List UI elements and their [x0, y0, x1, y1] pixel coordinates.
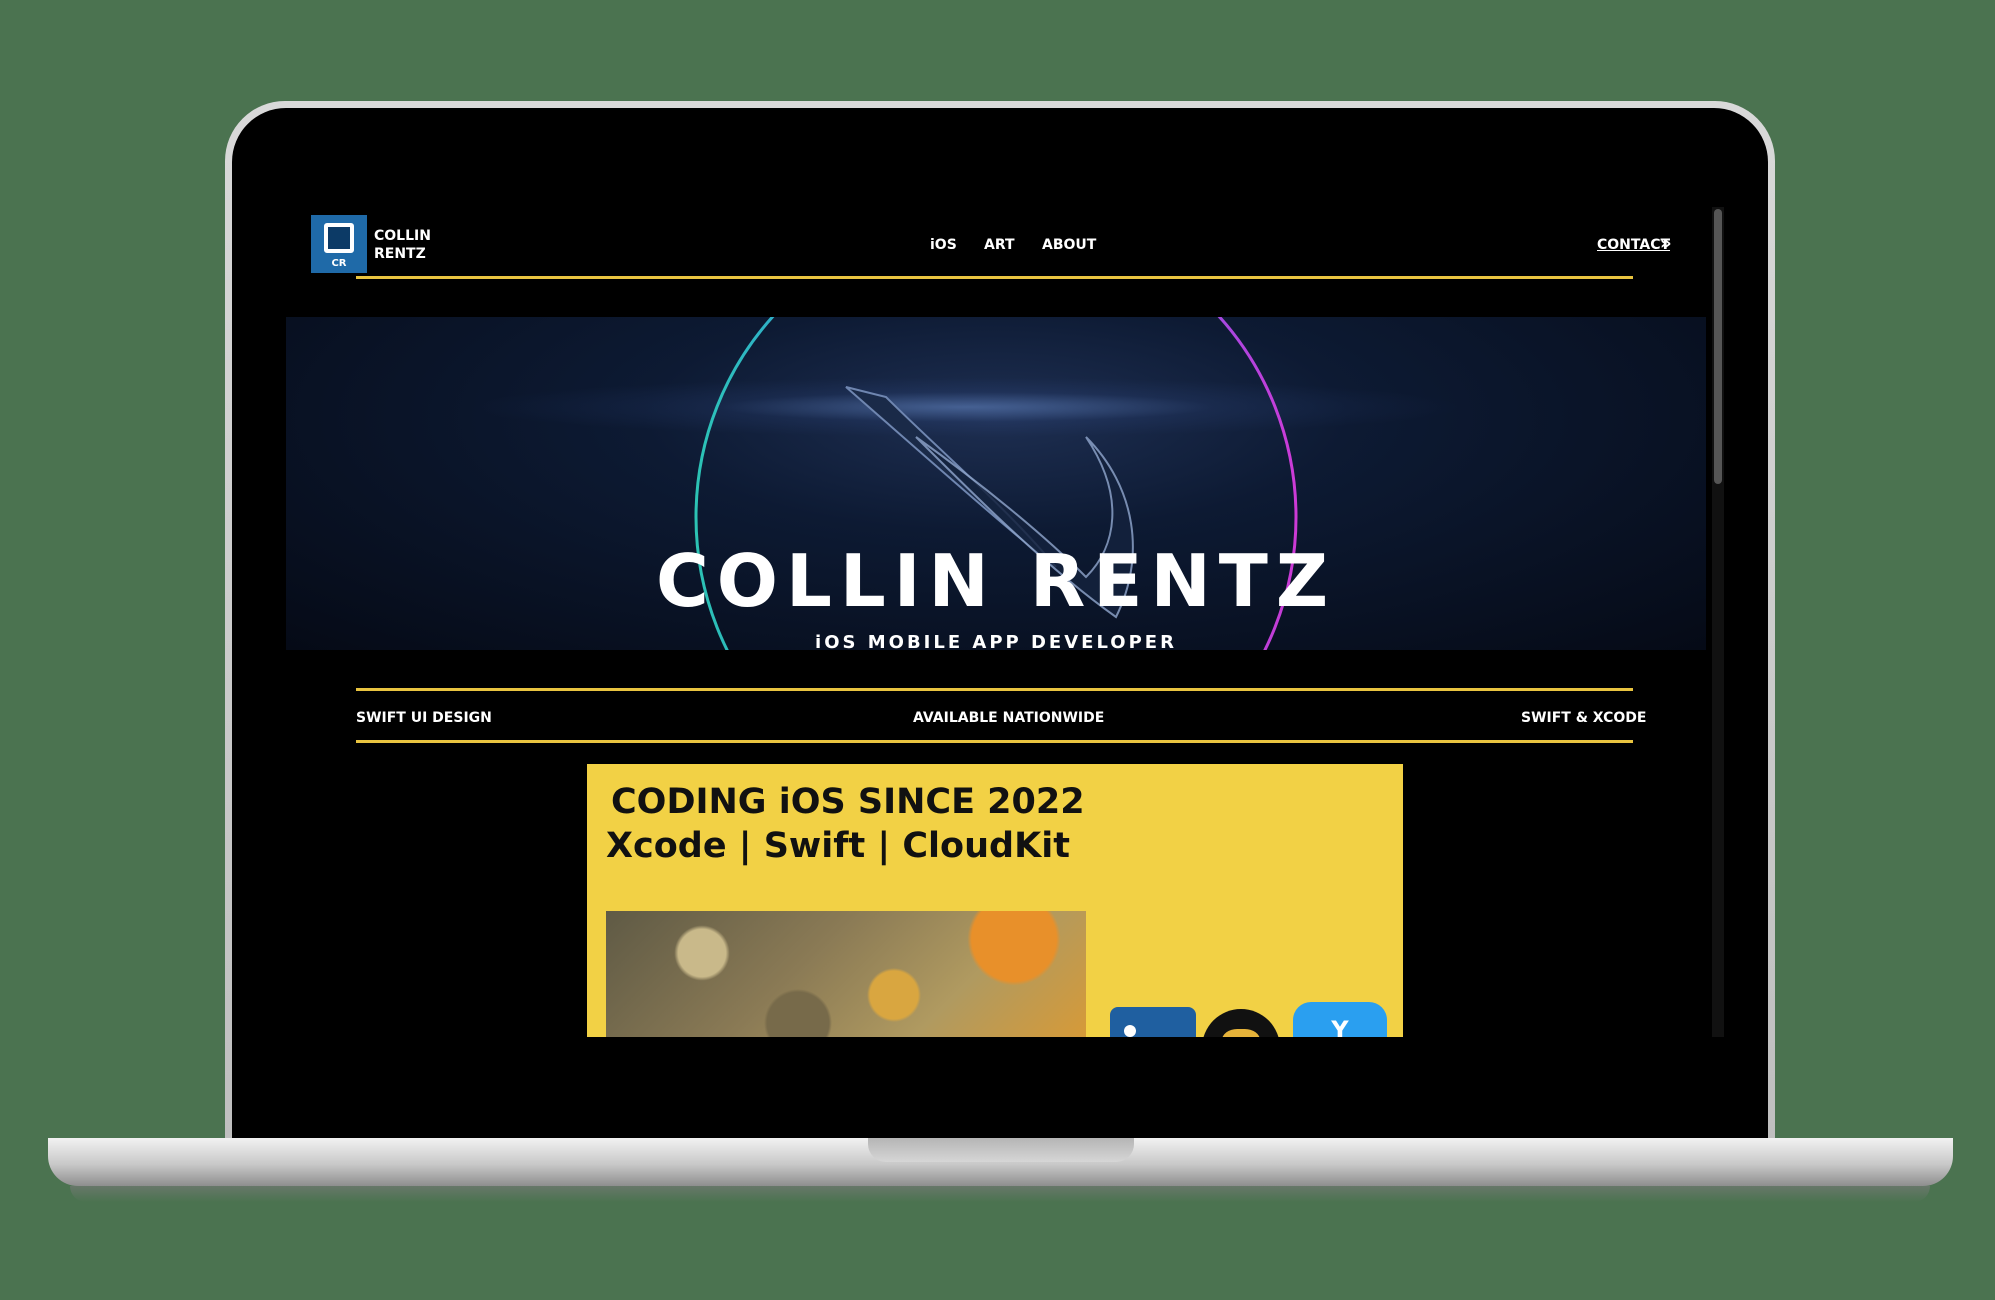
logo-square-icon: [324, 223, 354, 253]
card-heading: CODING iOS SINCE 2022: [611, 782, 1085, 822]
logo-badge-text: CR: [331, 258, 347, 269]
cyan-app-icon[interactable]: Y: [1293, 1002, 1387, 1037]
feature-available-nationwide: AVAILABLE NATIONWIDE: [913, 710, 1105, 726]
laptop-shadow: [70, 1186, 1930, 1202]
hero-title: COLLIN RENTZ: [655, 539, 1337, 623]
coding-ios-card: CODING iOS SINCE 2022 Xcode | Swift | Cl…: [587, 764, 1403, 1037]
nav-link-about[interactable]: ABOUT: [1042, 237, 1096, 253]
card-subheading: Xcode | Swift | CloudKit: [606, 826, 1070, 866]
website-viewport: CR COLLIN RENTZ iOS ART ABOUT CONTACT » …: [278, 207, 1718, 1037]
cat-app-icon[interactable]: [1202, 1009, 1280, 1037]
strip-bottom-divider: [356, 740, 1633, 743]
hero-subtitle: iOS MOBILE APP DEVELOPER: [815, 632, 1177, 650]
header-divider: [356, 276, 1633, 279]
blue-app-icon[interactable]: [1110, 1007, 1196, 1037]
double-chevron-right-icon[interactable]: »: [1660, 235, 1672, 253]
scrollbar[interactable]: [1712, 207, 1724, 1037]
card-photo: [606, 911, 1086, 1037]
nav-link-ios[interactable]: iOS: [930, 237, 957, 253]
strip-top-divider: [356, 688, 1633, 691]
feature-swift-ui-design: SWIFT UI DESIGN: [356, 710, 492, 726]
nav-link-art[interactable]: ART: [984, 237, 1015, 253]
logo-wordmark[interactable]: COLLIN RENTZ: [374, 227, 431, 263]
logo-name-line1: COLLIN: [374, 228, 431, 244]
app-glyph-text: Y: [1331, 1016, 1349, 1037]
laptop-notch: [868, 1138, 1134, 1162]
hero-banner: COLLIN RENTZ iOS MOBILE APP DEVELOPER: [286, 317, 1706, 650]
logo-name-line2: RENTZ: [374, 246, 426, 262]
logo-badge[interactable]: CR: [311, 215, 367, 273]
scrollbar-thumb[interactable]: [1714, 209, 1722, 484]
feature-swift-xcode: SWIFT & XCODE: [1521, 710, 1647, 726]
